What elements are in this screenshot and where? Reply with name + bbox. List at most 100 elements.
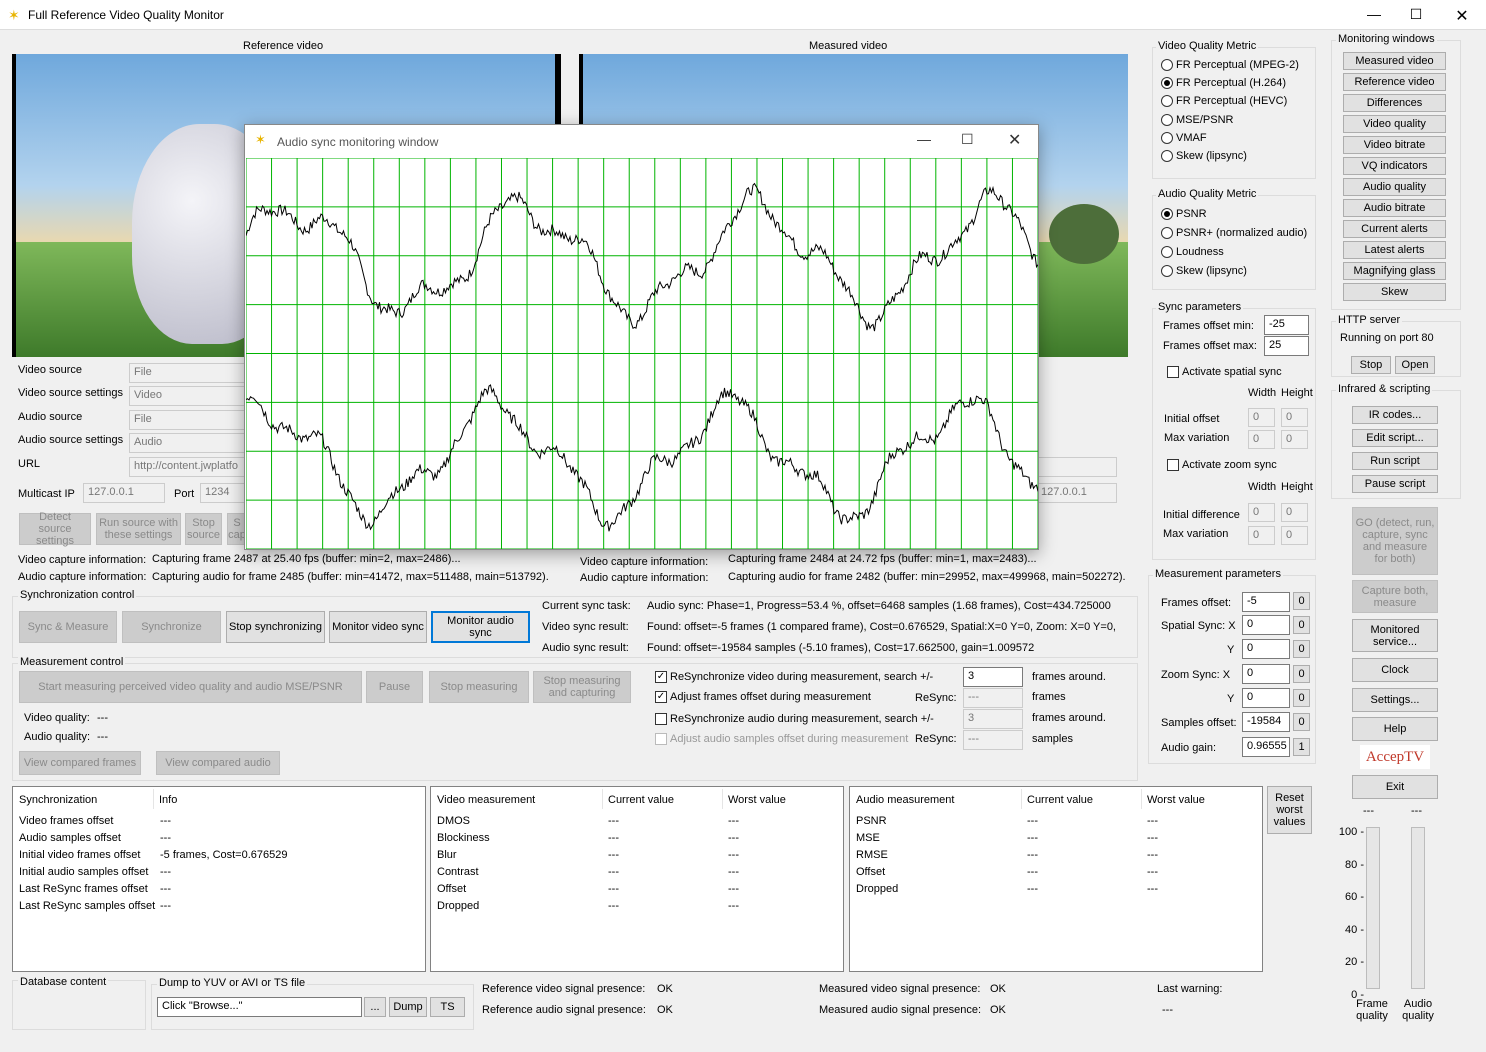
- adjust-audio-checkbox[interactable]: Adjust audio samples offset during measu…: [655, 733, 908, 745]
- initial-difference-width-field[interactable]: 0: [1248, 503, 1275, 522]
- resync-video-checkbox[interactable]: ✓ ReSynchronize video during measurement,…: [655, 671, 933, 683]
- start-measuring-button[interactable]: Start measuring perceived video quality …: [19, 671, 362, 703]
- maximize-icon[interactable]: ☐: [1406, 6, 1426, 23]
- zoom-sync-x-reset[interactable]: 0: [1293, 665, 1310, 683]
- mp-frames-offset-reset[interactable]: 0: [1293, 592, 1310, 610]
- ir-script-button[interactable]: Edit script...: [1352, 429, 1438, 447]
- ir-script-button[interactable]: IR codes...: [1352, 406, 1438, 424]
- initial-offset-width-field[interactable]: 0: [1248, 408, 1275, 427]
- video-source-field[interactable]: File: [129, 363, 249, 383]
- mp-frames-offset-field[interactable]: -5: [1242, 592, 1290, 612]
- stop-synchronizing-button[interactable]: Stop synchronizing: [226, 611, 325, 643]
- activate-spatial-sync-checkbox[interactable]: Activate spatial sync: [1167, 366, 1282, 378]
- audio-source-field[interactable]: File: [129, 410, 249, 430]
- monitoring-button[interactable]: Audio quality: [1343, 178, 1446, 196]
- monitor-audio-sync-button[interactable]: Monitor audio sync: [431, 611, 530, 643]
- audio-sync-window[interactable]: ✶ Audio sync monitoring window — ☐ ✕: [244, 124, 1039, 550]
- resync-audio-checkbox[interactable]: ReSynchronize audio during measurement, …: [655, 713, 934, 725]
- zoom-sync-y-field[interactable]: 0: [1242, 688, 1290, 708]
- http-stop-button[interactable]: Stop: [1351, 356, 1391, 374]
- resync-samples-field[interactable]: ---: [963, 730, 1023, 750]
- resync-video-search-field[interactable]: 3: [963, 667, 1023, 687]
- zoom-sync-y-reset[interactable]: 0: [1293, 689, 1310, 707]
- run-source-button[interactable]: Run source with these settings: [96, 513, 181, 545]
- multicast-ip-field[interactable]: 127.0.0.1: [83, 483, 165, 503]
- vqm-option[interactable]: Skew (lipsync): [1161, 150, 1247, 162]
- aqm-option[interactable]: Skew (lipsync): [1161, 265, 1247, 277]
- audio-window-close-icon[interactable]: ✕: [1008, 130, 1021, 150]
- audio-source-settings-field[interactable]: Audio: [129, 433, 249, 453]
- adjust-frames-checkbox[interactable]: ✓ Adjust frames offset during measurement: [655, 691, 871, 703]
- aqm-option[interactable]: PSNR+ (normalized audio): [1161, 227, 1307, 239]
- monitoring-button[interactable]: VQ indicators: [1343, 157, 1446, 175]
- minimize-icon[interactable]: —: [1364, 6, 1384, 22]
- capture-both-button[interactable]: Capture both, measure: [1352, 580, 1438, 613]
- monitoring-button[interactable]: Latest alerts: [1343, 241, 1446, 259]
- detect-source-button[interactable]: Detect source settings: [19, 511, 91, 547]
- monitoring-button[interactable]: Measured video: [1343, 52, 1446, 70]
- ir-script-button[interactable]: Run script: [1352, 452, 1438, 470]
- frames-offset-min-field[interactable]: -25: [1264, 315, 1309, 335]
- url-field[interactable]: http://content.jwplatfo: [129, 457, 249, 477]
- max-variation-2-width-field[interactable]: 0: [1248, 526, 1275, 545]
- audio-window-maximize-icon[interactable]: ☐: [961, 131, 974, 148]
- max-variation-2-height-field[interactable]: 0: [1281, 526, 1308, 545]
- monitoring-button[interactable]: Video quality: [1343, 115, 1446, 133]
- audio-window-minimize-icon[interactable]: —: [917, 131, 931, 147]
- close-icon[interactable]: ✕: [1452, 6, 1472, 26]
- vqm-option[interactable]: MSE/PSNR: [1161, 113, 1233, 126]
- reset-worst-values-button[interactable]: Reset worst values: [1267, 786, 1312, 834]
- video-source-settings-field[interactable]: Video: [129, 386, 249, 406]
- max-variation-width-field[interactable]: 0: [1248, 430, 1275, 449]
- view-compared-audio-button[interactable]: View compared audio: [156, 751, 280, 775]
- monitoring-button[interactable]: Magnifying glass: [1343, 262, 1446, 280]
- sync-measure-button[interactable]: Sync & Measure: [19, 611, 117, 643]
- clock-button[interactable]: Clock: [1352, 658, 1438, 682]
- initial-offset-height-field[interactable]: 0: [1281, 408, 1308, 427]
- audio-gain-reset[interactable]: 1: [1293, 738, 1310, 756]
- spatial-sync-x-field[interactable]: 0: [1242, 615, 1290, 635]
- vqm-option[interactable]: FR Perceptual (H.264): [1161, 77, 1286, 90]
- monitoring-button[interactable]: Reference video: [1343, 73, 1446, 91]
- monitor-video-sync-button[interactable]: Monitor video sync: [329, 611, 427, 643]
- port-field[interactable]: 1234: [200, 483, 248, 503]
- vqm-option[interactable]: FR Perceptual (HEVC): [1161, 95, 1287, 108]
- ts-button[interactable]: TS: [430, 997, 465, 1017]
- spatial-sync-y-reset[interactable]: 0: [1293, 640, 1310, 658]
- monitoring-button[interactable]: Video bitrate: [1343, 136, 1446, 154]
- monitoring-button[interactable]: Skew: [1343, 283, 1446, 301]
- http-open-button[interactable]: Open: [1395, 356, 1435, 374]
- stop-source-button[interactable]: Stop source: [185, 513, 222, 545]
- vqm-option[interactable]: VMAF: [1161, 131, 1207, 144]
- monitoring-button[interactable]: Differences: [1343, 94, 1446, 112]
- vqm-option[interactable]: FR Perceptual (MPEG-2): [1161, 59, 1299, 71]
- max-variation-height-field[interactable]: 0: [1281, 430, 1308, 449]
- pause-button[interactable]: Pause: [366, 671, 423, 703]
- help-button[interactable]: Help: [1352, 717, 1438, 741]
- synchronize-button[interactable]: Synchronize: [122, 611, 221, 643]
- settings-button[interactable]: Settings...: [1352, 688, 1438, 712]
- spatial-sync-y-field[interactable]: 0: [1242, 639, 1290, 659]
- aqm-option[interactable]: Loudness: [1161, 246, 1224, 258]
- measured-url-field[interactable]: [1036, 457, 1117, 477]
- browse-button[interactable]: ...: [364, 997, 386, 1017]
- dump-file-field[interactable]: Click "Browse...": [157, 997, 362, 1017]
- spatial-sync-x-reset[interactable]: 0: [1293, 616, 1310, 634]
- aqm-option[interactable]: PSNR: [1161, 208, 1207, 220]
- monitored-service-button[interactable]: Monitored service...: [1352, 619, 1438, 652]
- initial-difference-height-field[interactable]: 0: [1281, 503, 1308, 522]
- go-button[interactable]: GO (detect, run, capture, sync and measu…: [1352, 507, 1438, 575]
- samples-offset-reset[interactable]: 0: [1293, 713, 1310, 731]
- view-compared-frames-button[interactable]: View compared frames: [19, 751, 141, 775]
- monitoring-button[interactable]: Current alerts: [1343, 220, 1446, 238]
- frames-offset-max-field[interactable]: 25: [1264, 336, 1309, 356]
- stop-measuring-capturing-button[interactable]: Stop measuring and capturing: [533, 671, 631, 703]
- stop-measuring-button[interactable]: Stop measuring: [429, 671, 529, 703]
- resync-audio-search-field[interactable]: 3: [963, 709, 1023, 729]
- exit-button[interactable]: Exit: [1352, 775, 1438, 799]
- samples-offset-field[interactable]: -19584: [1242, 712, 1290, 732]
- ir-script-button[interactable]: Pause script: [1352, 475, 1438, 493]
- measured-multicast-ip-field[interactable]: 127.0.0.1: [1036, 483, 1117, 503]
- dump-button[interactable]: Dump: [389, 997, 427, 1017]
- activate-zoom-sync-checkbox[interactable]: Activate zoom sync: [1167, 459, 1277, 471]
